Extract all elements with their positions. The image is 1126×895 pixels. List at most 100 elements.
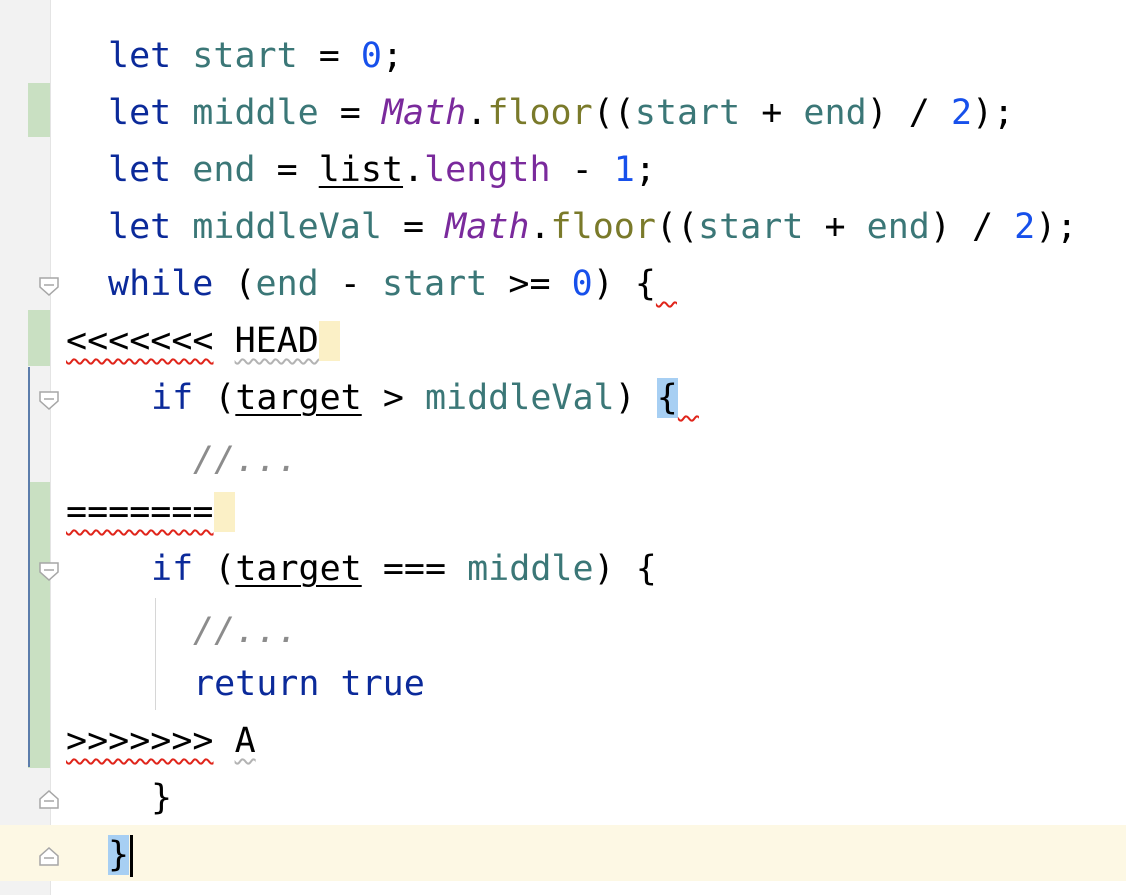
code-token: start xyxy=(192,36,298,76)
code-token: ) xyxy=(614,378,657,418)
code-line[interactable]: let middle = Math.floor((start + end) / … xyxy=(108,85,1014,142)
code-token: ; xyxy=(634,150,656,190)
code-token: 2 xyxy=(950,93,973,133)
code-token xyxy=(318,321,340,361)
code-token: ======= xyxy=(66,492,214,532)
indent-guide xyxy=(155,598,156,710)
text-caret xyxy=(130,835,134,877)
vcs-change-marker[interactable] xyxy=(28,83,50,137)
code-token: ) xyxy=(592,264,635,304)
code-token xyxy=(213,492,235,532)
code-token: = xyxy=(255,150,319,190)
code-token: if xyxy=(151,549,194,589)
code-token: ) / xyxy=(929,207,1015,247)
code-token: ); xyxy=(1035,207,1078,247)
code-token: >>>>>>> xyxy=(66,721,214,761)
code-token: 0 xyxy=(571,264,593,304)
code-token: end xyxy=(255,264,319,304)
code-token: target xyxy=(235,549,362,589)
code-token: <<<<<<< xyxy=(66,321,214,361)
code-token: { xyxy=(634,264,656,304)
code-token: > xyxy=(361,378,425,418)
code-token: 0 xyxy=(360,36,382,76)
code-line[interactable]: return true xyxy=(193,656,425,713)
code-token: ; xyxy=(381,36,404,76)
fold-end-icon[interactable] xyxy=(38,845,60,867)
code-token: = xyxy=(297,36,361,76)
code-token: 2 xyxy=(1014,207,1036,247)
code-token: end xyxy=(866,207,930,247)
code-token: let xyxy=(108,207,172,247)
gutter-separator xyxy=(50,0,51,895)
code-token: - xyxy=(318,264,382,304)
code-token: ) { xyxy=(593,549,657,589)
fold-collapse-icon[interactable] xyxy=(38,561,60,583)
code-token: A xyxy=(234,721,256,761)
code-line[interactable]: >>>>>>> A xyxy=(66,713,256,770)
code-line[interactable]: if (target === middle) { xyxy=(151,541,657,598)
code-line[interactable]: } xyxy=(108,827,134,884)
code-token: start xyxy=(634,93,741,133)
code-token: } xyxy=(108,835,130,875)
code-token: - xyxy=(550,150,614,190)
fold-collapse-icon[interactable] xyxy=(38,390,60,412)
code-token: end xyxy=(803,93,867,133)
code-token: . xyxy=(466,93,488,133)
code-token: target xyxy=(235,378,362,418)
code-token: true xyxy=(340,664,425,704)
code-token: 1 xyxy=(613,150,635,190)
code-line[interactable]: //... xyxy=(193,603,298,660)
code-line[interactable]: if (target > middleVal) { xyxy=(151,370,699,427)
fold-end-icon[interactable] xyxy=(38,788,60,810)
vcs-change-marker[interactable] xyxy=(28,310,50,366)
code-token: . xyxy=(529,207,551,247)
code-token: } xyxy=(151,778,173,818)
code-token: { xyxy=(656,378,678,418)
code-token: list xyxy=(318,150,404,190)
code-token: === xyxy=(361,549,468,589)
code-token: ); xyxy=(972,93,1015,133)
code-token: middleVal xyxy=(424,378,615,418)
code-line[interactable]: let start = 0; xyxy=(108,28,403,85)
code-line[interactable]: while (end - start >= 0) { xyxy=(108,256,677,313)
code-token: = xyxy=(318,93,382,133)
code-token: floor xyxy=(487,93,593,133)
code-token: floor xyxy=(550,207,656,247)
code-token: let xyxy=(108,150,172,190)
code-token: //... xyxy=(193,440,299,480)
code-token: middle xyxy=(467,549,594,589)
code-line[interactable]: ======= xyxy=(66,484,235,541)
code-token: return xyxy=(193,664,320,704)
code-token: >= xyxy=(487,264,572,304)
code-token: + xyxy=(740,93,804,133)
merge-branch-line xyxy=(28,367,30,767)
code-token: ( xyxy=(193,549,236,589)
code-token: middle xyxy=(192,93,319,133)
code-line[interactable]: } xyxy=(151,770,172,827)
code-token: ( xyxy=(213,264,256,304)
code-token: Math xyxy=(445,207,530,247)
code-token: (( xyxy=(655,207,699,247)
code-token: ( xyxy=(193,378,236,418)
code-token: if xyxy=(151,378,194,418)
code-token: = xyxy=(381,207,446,247)
code-line[interactable]: let middleVal = Math.floor((start + end)… xyxy=(108,199,1077,256)
vcs-change-marker[interactable] xyxy=(28,482,50,768)
code-token: let xyxy=(108,36,172,76)
code-line[interactable]: //... xyxy=(193,432,298,489)
code-token: Math xyxy=(381,93,467,133)
fold-collapse-icon[interactable] xyxy=(38,276,60,298)
code-line[interactable]: <<<<<<< HEAD xyxy=(66,313,340,370)
code-line[interactable]: let end = list.length - 1; xyxy=(108,142,656,199)
code-token: (( xyxy=(592,93,635,133)
code-token: start xyxy=(698,207,804,247)
code-token: let xyxy=(108,93,172,133)
code-token: while xyxy=(108,264,214,304)
code-token: . xyxy=(403,150,425,190)
code-token: start xyxy=(381,264,488,304)
